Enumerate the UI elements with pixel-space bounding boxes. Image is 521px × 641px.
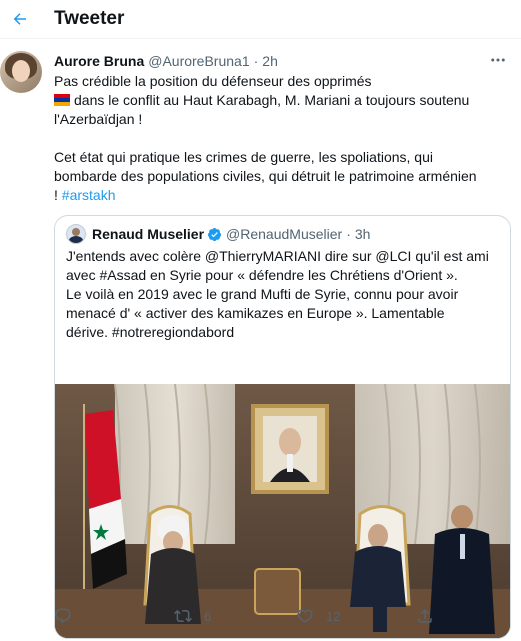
share-icon: [418, 608, 432, 623]
heart-icon: [297, 609, 313, 623]
separator: ·: [346, 226, 351, 242]
back-button[interactable]: [10, 9, 30, 29]
arrow-left-icon: [13, 13, 26, 25]
tweet-text-line: Pas crédible la position du défenseur de…: [54, 73, 372, 89]
avatar[interactable]: [0, 51, 42, 93]
quoted-avatar: [66, 224, 86, 244]
tweet-text-line: Cet état qui pratique les crimes de guer…: [54, 149, 433, 165]
armenia-flag-icon: [54, 94, 70, 106]
quoted-timestamp: 3h: [354, 226, 371, 242]
retweet-count: 6: [204, 608, 212, 624]
author-name[interactable]: Aurore Bruna: [54, 53, 144, 69]
quoted-text-line: dérive. #notreregiondabord: [66, 324, 235, 340]
quoted-tweet-header: Renaud Muselier @RenaudMuselier · 3h: [66, 224, 370, 244]
tweet-text-line: bombarde des populations civiles, qui dé…: [54, 168, 477, 184]
retweet-icon: [174, 609, 192, 623]
tweet-text: Pas crédible la position du défenseur de…: [54, 72, 509, 205]
verified-badge-icon: [207, 227, 222, 241]
reply-button[interactable]: [54, 607, 72, 625]
retweet-button[interactable]: 6: [174, 607, 211, 625]
timestamp[interactable]: 2h: [262, 53, 278, 69]
separator: ·: [253, 53, 259, 69]
tweet-actions: 6 12: [0, 607, 521, 637]
tweet-photo[interactable]: [55, 384, 510, 638]
quoted-tweet[interactable]: Renaud Muselier @RenaudMuselier · 3h J'e…: [54, 215, 511, 639]
like-count: 12: [326, 608, 341, 624]
tweet-header: Aurore Bruna @AuroreBruna1 · 2h: [54, 51, 507, 71]
top-bar: Tweeter: [0, 0, 521, 39]
tweet-text-line: dans le conflit au Haut Karabagh, M. Mar…: [54, 91, 509, 110]
ellipsis-icon: [491, 58, 505, 62]
quoted-text-line: menacé d' « activer des kamikazes en Eur…: [66, 305, 445, 321]
quoted-tweet-text: J'entends avec colère @ThierryMARIANI di…: [66, 247, 501, 342]
more-options-button[interactable]: [489, 51, 507, 74]
like-button[interactable]: 12: [296, 607, 340, 625]
quoted-author-handle: @RenaudMuselier: [226, 226, 343, 242]
quoted-text-line: avec #Assad en Syrie pour « défendre les…: [66, 267, 458, 283]
share-button[interactable]: [416, 607, 434, 625]
hashtag-link[interactable]: #arstakh: [62, 187, 116, 203]
quoted-author-name: Renaud Muselier: [92, 226, 205, 242]
quoted-text-line: Le voilà en 2019 avec le grand Mufti de …: [66, 286, 459, 302]
tweet-text-line: l'Azerbaïdjan !: [54, 111, 143, 127]
reply-icon: [55, 608, 71, 624]
tweet: Aurore Bruna @AuroreBruna1 · 2h Pas créd…: [0, 39, 521, 641]
meeting-photo: [55, 384, 510, 638]
author-handle[interactable]: @AuroreBruna1: [148, 53, 249, 69]
page-title: Tweeter: [54, 8, 125, 29]
quoted-text-line: J'entends avec colère @ThierryMARIANI di…: [66, 248, 489, 264]
tweet-text-line: ! #arstakh: [54, 187, 116, 203]
